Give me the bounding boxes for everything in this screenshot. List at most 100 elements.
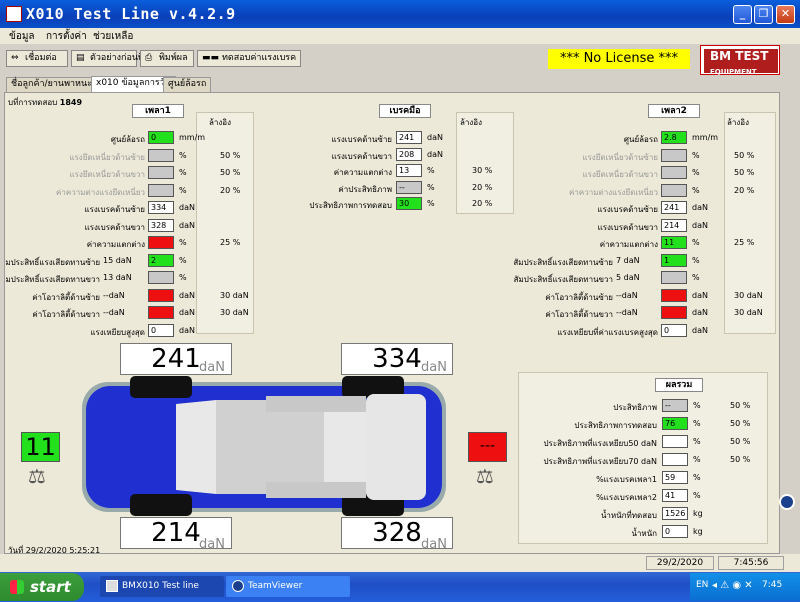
axle2-rows-label: แรงเบรคด้านขวา	[597, 222, 658, 232]
teamviewer-side-icon[interactable]	[779, 494, 795, 510]
axle2-rows-label: ค่าโอวาลิตี้ด้านซ้าย	[545, 292, 613, 302]
axle2-rows-label: ค่าความต่างแรงยึดเหนี่ยว	[569, 187, 658, 197]
app-task-icon	[106, 580, 118, 592]
axle2-ref-note: ล้างอิง	[727, 118, 750, 127]
license-banner: *** No License ***	[548, 49, 690, 69]
right-scale-icon: ⚖	[476, 464, 494, 488]
axle1-rows-ref: 50 %	[220, 168, 241, 177]
rear-window	[324, 400, 366, 494]
axle1-rows-ref: 50 %	[220, 150, 241, 160]
axle2-rows-unit: mm/m	[692, 133, 719, 142]
axle1-rows-label: แรงยึดเหนี่ยวด้านขวา	[69, 170, 145, 179]
sum-rows-value-box	[662, 453, 688, 466]
axle2-rows-label: แรงยึดเหนี่ยวด้านซ้าย	[582, 152, 658, 162]
rear-right-unit: daN	[421, 537, 447, 552]
axle1-rows-unit: daN	[179, 203, 195, 212]
axle1-rows-value-box	[148, 148, 174, 162]
axle1-rows-ref: 30 daN	[220, 308, 249, 317]
task-teamviewer[interactable]: TeamViewer	[226, 576, 350, 597]
connect-button[interactable]: ⇔ เชื่อมต่อ	[6, 50, 68, 67]
sum-rows-unit: kg	[693, 509, 703, 518]
print-preview-button[interactable]: ▤ ตัวอย่างก่อนพิมพ์	[71, 50, 156, 67]
axle1-ref-note: ล้างอิง	[209, 118, 232, 127]
brake-test-label: ทดสอบค่าแรงเบรค	[222, 53, 297, 63]
right-axle-indicator: ---	[468, 432, 507, 462]
hb-rows-label: ค่าประสิทธิภาพ	[338, 184, 392, 194]
test-number-label: บที่การทดสอบ	[8, 98, 58, 107]
side-panel-top	[266, 396, 366, 412]
sum-rows-unit: %	[693, 401, 701, 410]
front-left-unit: daN	[199, 360, 225, 375]
axle1-rows-label: ศูนย์ล้อรถ	[110, 135, 145, 144]
handbrake-ref-note: ล้างอิง	[460, 118, 483, 127]
axle2-rows-value-box: 1	[661, 253, 687, 267]
window-title: X010 Test Line v.4.2.9	[26, 5, 236, 23]
sum-rows-unit: %	[693, 419, 701, 428]
axle1-rows-value-box: 0	[148, 131, 174, 144]
status-time: 7:45:56	[718, 556, 784, 570]
print-button[interactable]: ⎙ พิมพ์ผล	[140, 50, 194, 67]
tab-customer[interactable]: ชื่อลูกค้า/ยานพาหนะ	[6, 77, 97, 92]
printer-icon: ⎙	[145, 53, 153, 63]
connect-label: เชื่อมต่อ	[25, 53, 57, 63]
axle1-rows-pre: --daN	[103, 308, 125, 317]
rear-left-wheel	[130, 494, 192, 516]
sum-rows-value-box: 1526	[662, 507, 688, 520]
teamviewer-icon	[232, 580, 244, 592]
test-date-label: วันที่	[8, 546, 24, 555]
sum-rows-label: ประสิทธิภาพการทดสอบ	[574, 421, 657, 430]
side-panel-bottom	[266, 482, 366, 498]
task-bmx010[interactable]: BMX010 Test line	[100, 576, 224, 597]
menu-help[interactable]: ช่วยเหลือ	[93, 29, 133, 44]
logo-line2: EQUIPMENT	[710, 68, 757, 76]
axle1-rows-pre: 15 daN	[103, 255, 132, 265]
front-left-wheel	[130, 376, 192, 398]
menu-data[interactable]: ข้อมูล	[9, 29, 35, 44]
axle1-rows-unit: %	[179, 150, 187, 160]
menu-settings[interactable]: การตั้งค่า	[46, 29, 87, 44]
axle2-rows-value-box: 11	[661, 236, 687, 249]
axle2-title: เพลา2	[648, 104, 700, 118]
status-date: 29/2/2020	[646, 556, 714, 570]
hb-rows-label: ประสิทธิภาพการทดสอบ	[309, 201, 392, 210]
test-datetime: วันที่ 29/2/2020 5:25:21	[8, 544, 100, 557]
axle2-rows-value-box	[661, 183, 687, 197]
brake-test-button[interactable]: ▬▬ ทดสอบค่าแรงเบรค	[197, 50, 301, 67]
minimize-button[interactable]: _	[733, 5, 752, 24]
axle1-rows-ref: 25 %	[220, 238, 241, 247]
sum-rows-label: ประสิทธิภาพที่แรงเหยียบ50 daN	[543, 439, 657, 448]
axle1-rows-label: ค่าโอวาลิตี้ด้านซ้าย	[32, 292, 100, 302]
axle2-rows-unit: %	[692, 168, 700, 177]
close-button[interactable]: ✕	[776, 5, 795, 24]
axle2-rows-unit: daN	[692, 290, 708, 300]
logo-mark: BM TEST EQUIPMENT	[704, 49, 778, 76]
axle1-rows-value-box	[148, 306, 174, 319]
sum-rows-value-box: 0	[662, 525, 688, 538]
axle1-rows-unit: %	[179, 185, 187, 195]
axle2-rows-value-box	[661, 271, 687, 284]
axle2-rows-unit: %	[692, 273, 700, 282]
language-indicator[interactable]: EN	[696, 580, 708, 590]
axle2-rows-ref: 50 %	[734, 168, 755, 177]
bm-logo: BM TEST EQUIPMENT	[700, 45, 780, 76]
axle2-rows-value-box	[661, 306, 687, 319]
hb-rows-unit: daN	[427, 133, 443, 142]
sum-rows-unit: %	[693, 455, 701, 464]
tray-icons[interactable]: ◂ ⚠ ◉ ✕	[712, 580, 753, 591]
axle1-rows-unit: daN	[179, 325, 195, 335]
axle2-rows-unit: %	[692, 185, 700, 195]
hb-rows-value-box: 30	[396, 197, 422, 210]
tab-wheel-alignment[interactable]: ศูนย์ล้อรถ	[163, 77, 212, 92]
sum-rows-value-box: 76	[662, 417, 688, 430]
axle1-rows-label: แรงยึดเหนี่ยวด้านซ้าย	[69, 152, 145, 162]
axle1-rows-label: มประสิทธิ์แรงเสียดทานซ้าย	[5, 257, 100, 267]
axle1-rows-unit: daN	[179, 308, 195, 317]
axle2-rows-label: แรงยึดเหนี่ยวด้านขวา	[582, 170, 658, 179]
maximize-button[interactable]: ❐	[754, 5, 773, 24]
sum-rows-label: ประสิทธิภาพที่แรงเหยียบ70 daN	[543, 457, 657, 466]
axle1-rows-label: แรงเบรคด้านขวา	[84, 222, 145, 232]
axle1-rows-ref: 20 %	[220, 185, 241, 195]
trunk	[366, 394, 426, 500]
sum-rows-unit: kg	[693, 527, 703, 536]
logo-line1: BM TEST	[710, 49, 769, 63]
